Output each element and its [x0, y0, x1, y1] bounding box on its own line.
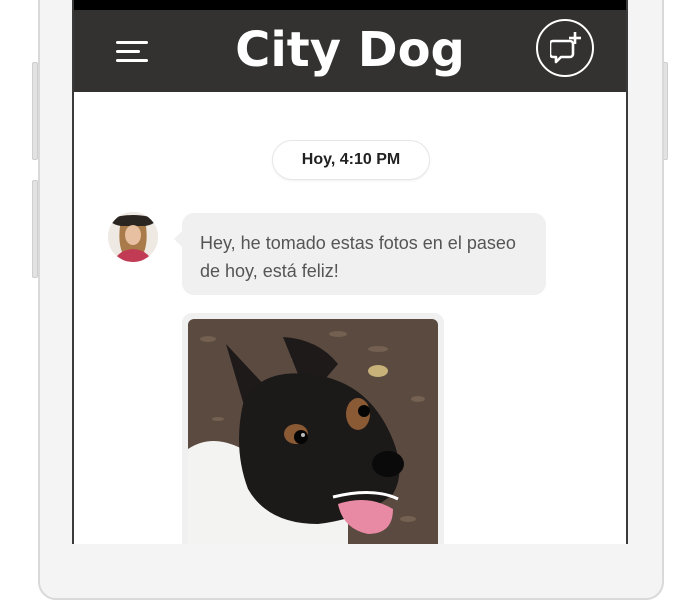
dog-photo	[188, 319, 438, 544]
avatar[interactable]	[108, 212, 158, 262]
photo-message[interactable]	[182, 313, 444, 544]
new-chat-button[interactable]	[536, 19, 594, 77]
timestamp-pill: Hoy, 4:10 PM	[272, 140, 430, 180]
new-chat-icon	[550, 32, 581, 64]
phone-screen: City Dog Hoy, 4:10 PM Hey, he tomado est…	[72, 0, 628, 544]
app-bar: City Dog	[74, 10, 626, 92]
message-bubble: Hey, he tomado estas fotos en el paseo d…	[174, 213, 546, 295]
status-bar	[74, 0, 626, 10]
